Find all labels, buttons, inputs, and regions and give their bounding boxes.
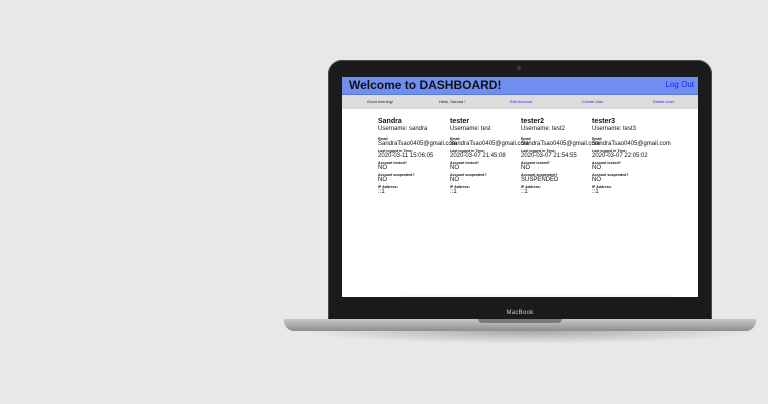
greeting-text: Good evening! bbox=[367, 99, 394, 104]
user-name: Sandra bbox=[378, 118, 402, 125]
user-card: tester3 Username: test3 Email SandraTsao… bbox=[592, 118, 671, 196]
user-last-logged: 2020-03-07 21:45:08 bbox=[450, 153, 506, 159]
user-card: tester Username: test Email SandraTsao04… bbox=[450, 118, 529, 196]
laptop-screen: Welcome to DASHBOARD! Log Out Good eveni… bbox=[342, 77, 698, 297]
hello-text: Hello, Sandra ! bbox=[439, 99, 466, 104]
user-email: SandraTsao0405@gmail.com bbox=[592, 141, 671, 147]
laptop-notch bbox=[478, 319, 562, 323]
nav-bar: Good evening! Hello, Sandra ! Edit Accou… bbox=[342, 95, 698, 109]
user-ip: ::1 bbox=[592, 189, 599, 195]
device-brand: MacBook bbox=[506, 310, 534, 316]
laptop-lid: Welcome to DASHBOARD! Log Out Good eveni… bbox=[328, 60, 712, 322]
screen-reflection bbox=[402, 294, 672, 297]
logout-link[interactable]: Log Out bbox=[666, 80, 694, 89]
user-name: tester bbox=[450, 118, 470, 125]
user-username: Username: test3 bbox=[592, 126, 637, 132]
user-locked: NO bbox=[450, 165, 459, 171]
user-email: SandraTsao0405@gmail.com bbox=[450, 141, 529, 147]
user-name: tester2 bbox=[521, 118, 544, 125]
user-suspended: NO bbox=[592, 177, 601, 183]
user-locked: NO bbox=[592, 165, 601, 171]
user-card: tester2 Username: test2 Email SandraTsao… bbox=[521, 118, 600, 196]
laptop-base bbox=[284, 319, 756, 331]
user-username: Username: sandra bbox=[378, 126, 428, 132]
user-list: Sandra Username: sandra Email SandraTsao… bbox=[378, 118, 698, 228]
user-ip: ::1 bbox=[378, 189, 385, 195]
page-title: Welcome to DASHBOARD! bbox=[349, 78, 502, 92]
user-username: Username: test bbox=[450, 126, 491, 132]
user-card: Sandra Username: sandra Email SandraTsao… bbox=[378, 118, 457, 196]
camera-icon bbox=[517, 66, 521, 70]
user-suspended: NO bbox=[378, 177, 387, 183]
user-last-logged: 2020-03-11 15:06:05 bbox=[378, 153, 434, 159]
delete-user-link[interactable]: Delete User bbox=[653, 99, 674, 104]
user-suspended: SUSPENDED bbox=[521, 177, 559, 183]
app-header: Welcome to DASHBOARD! Log Out bbox=[342, 77, 698, 95]
user-locked: NO bbox=[378, 165, 387, 171]
user-ip: ::1 bbox=[521, 189, 528, 195]
edit-account-link[interactable]: Edit Account bbox=[510, 99, 532, 104]
user-ip: ::1 bbox=[450, 189, 457, 195]
user-email: SandraTsao0405@gmail.com bbox=[521, 141, 600, 147]
user-last-logged: 2020-03-07 21:54:55 bbox=[521, 153, 577, 159]
user-username: Username: test2 bbox=[521, 126, 566, 132]
user-last-logged: 2020-03-07 22:05:02 bbox=[592, 153, 648, 159]
user-email: SandraTsao0405@gmail.com bbox=[378, 141, 457, 147]
create-user-link[interactable]: Create User bbox=[582, 99, 604, 104]
user-locked: NO bbox=[521, 165, 530, 171]
user-name: tester3 bbox=[592, 118, 615, 125]
user-suspended: NO bbox=[450, 177, 459, 183]
